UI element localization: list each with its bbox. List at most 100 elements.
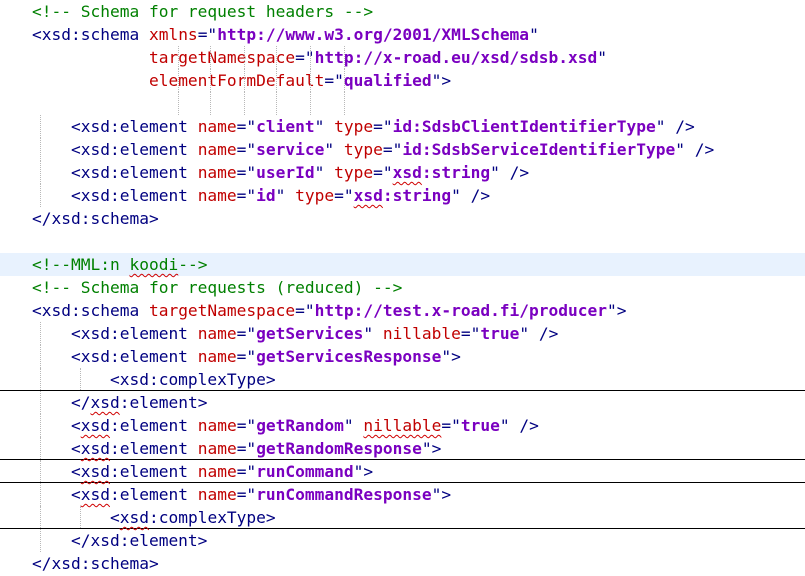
code-line[interactable]: </xsd:element> [0, 529, 805, 552]
code-token-tag: =" [197, 25, 218, 44]
code-line[interactable]: </xsd:schema> [0, 552, 805, 575]
code-line[interactable]: <xsd:element name="id" type="xsd:string"… [0, 184, 805, 207]
indent-guide [40, 322, 41, 345]
indent-guide [244, 46, 245, 69]
code-token-tag: "> [353, 462, 374, 481]
code-token-attr: type [295, 186, 335, 205]
code-token-val: qualified [343, 71, 432, 90]
code-line-current[interactable]: <!--MML:n koodi--> [0, 253, 805, 276]
indent-guide [344, 46, 345, 69]
code-token-tag: " /> [451, 186, 491, 205]
code-line[interactable]: <xsd:element name="client" type="id:Sdsb… [0, 115, 805, 138]
code-line[interactable]: <xsd:element name="runCommand"> [0, 460, 805, 483]
code-token-attr: xmlns [148, 25, 198, 44]
code-token-tag: "> [431, 485, 452, 504]
code-line[interactable]: </xsd:schema> [0, 207, 805, 230]
code-token-attr: name [197, 186, 237, 205]
indent-guide [40, 345, 41, 368]
code-token-tag: <xsd:schema [32, 301, 149, 320]
code-token-val: http://x-road.eu/xsd/sdsb.xsd [314, 48, 598, 67]
indent-guide [210, 92, 211, 115]
code-token-attr: nillable [363, 416, 442, 435]
code-line[interactable]: <xsd:element name="getRandom" nillable="… [0, 414, 805, 437]
indent-guide [276, 46, 277, 69]
code-line[interactable]: <xsd:element name="getServicesResponse"> [0, 345, 805, 368]
code-line[interactable]: </xsd:element> [0, 391, 805, 414]
code-token-tag: " [314, 163, 335, 182]
code-token-comment: <!-- Schema for requests (reduced) --> [32, 278, 403, 297]
code-token-tag: " [275, 186, 296, 205]
code-token-tag: "> [421, 439, 442, 458]
code-token-attr: elementFormDefault [148, 71, 325, 90]
code-token-tag: <xsd:element [32, 324, 198, 343]
code-token-comment: koodi [129, 255, 179, 274]
code-line[interactable]: <xsd:element name="getServices" nillable… [0, 322, 805, 345]
indent-guide [344, 92, 345, 115]
indent-guide [40, 483, 41, 506]
code-token-tag: " /> [675, 140, 715, 159]
code-token-attr: name [197, 117, 237, 136]
code-token-val: :string [382, 186, 452, 205]
code-token-val: client [256, 117, 315, 136]
code-token-attr: type [343, 140, 383, 159]
code-token-attr: targetNamespace [148, 48, 296, 67]
indent-guide [40, 414, 41, 437]
code-line[interactable]: <xsd:schema xmlns="http://www.w3.org/200… [0, 23, 805, 46]
code-token-comment: <!-- Schema for request headers --> [32, 2, 374, 21]
code-line[interactable]: <!-- Schema for request headers --> [0, 0, 805, 23]
code-token-tag: =" [441, 416, 461, 435]
code-token-val: http://test.x-road.fi/producer [314, 301, 608, 320]
code-token-tag: =" [236, 347, 257, 366]
code-line[interactable]: <xsd:element name="runCommandResponse"> [0, 483, 805, 506]
code-token-tag: :element [109, 439, 198, 458]
indent-guide [40, 529, 41, 552]
code-line[interactable]: <xsd:element name="getRandomResponse"> [0, 437, 805, 460]
code-token-val: userId [256, 163, 315, 182]
code-editor[interactable]: <!-- Schema for request headers --> <xsd:… [0, 0, 805, 576]
code-line[interactable]: <!-- Schema for requests (reduced) --> [0, 276, 805, 299]
code-token-tag: xsd [80, 485, 110, 504]
code-line[interactable]: <xsd:element name="service" type="id:Sds… [0, 138, 805, 161]
code-token-attr: name [197, 347, 237, 366]
indent-guide [210, 69, 211, 92]
code-line[interactable]: <xsd:complexType> [0, 368, 805, 391]
indent-guide [210, 46, 211, 69]
code-token-attr: name [197, 485, 237, 504]
indent-guide [40, 437, 41, 459]
code-token-tag: <xsd:element [32, 347, 198, 366]
code-token-tag: =" [373, 117, 393, 136]
code-token-tag: <xsd:complexType> [32, 370, 276, 389]
code-token-tag: :complexType> [148, 508, 276, 527]
code-token-val: id [256, 186, 276, 205]
indent-guide [178, 46, 179, 69]
indent-guide [344, 69, 345, 92]
code-token-val: getServicesResponse [256, 347, 442, 366]
code-token-tag: < [32, 508, 120, 527]
code-token-attr: targetNamespace [148, 301, 296, 320]
code-token-tag: " [314, 117, 335, 136]
code-line[interactable]: targetNamespace="http://x-road.eu/xsd/sd… [0, 46, 805, 69]
indent-guide [310, 92, 311, 115]
code-line[interactable]: <xsd:schema targetNamespace="http://test… [0, 299, 805, 322]
indent-guide [40, 391, 41, 414]
code-line[interactable] [0, 92, 805, 115]
code-token-tag: " /> [499, 416, 539, 435]
code-token-tag: =" [295, 48, 315, 67]
code-token-comment: <!--MML:n [32, 255, 130, 274]
code-token-val: id:SdsbServiceIdentifierType [402, 140, 676, 159]
code-token-val: getRandom [256, 416, 344, 435]
code-line[interactable] [0, 230, 805, 253]
code-token-tag: " [324, 140, 344, 159]
code-token-tag: "> [441, 347, 461, 366]
code-line[interactable]: <xsd:complexType> [0, 506, 805, 529]
code-token-comment: --> [178, 255, 208, 274]
code-line[interactable]: <xsd:element name="userId" type="xsd:str… [0, 161, 805, 184]
code-token-tag: =" [236, 462, 257, 481]
code-line[interactable]: elementFormDefault="qualified"> [0, 69, 805, 92]
code-token-tag: =" [236, 163, 257, 182]
code-token-tag: " /> [519, 324, 559, 343]
code-token-val: true [480, 324, 520, 343]
code-token-tag: <xsd:element [32, 117, 198, 136]
